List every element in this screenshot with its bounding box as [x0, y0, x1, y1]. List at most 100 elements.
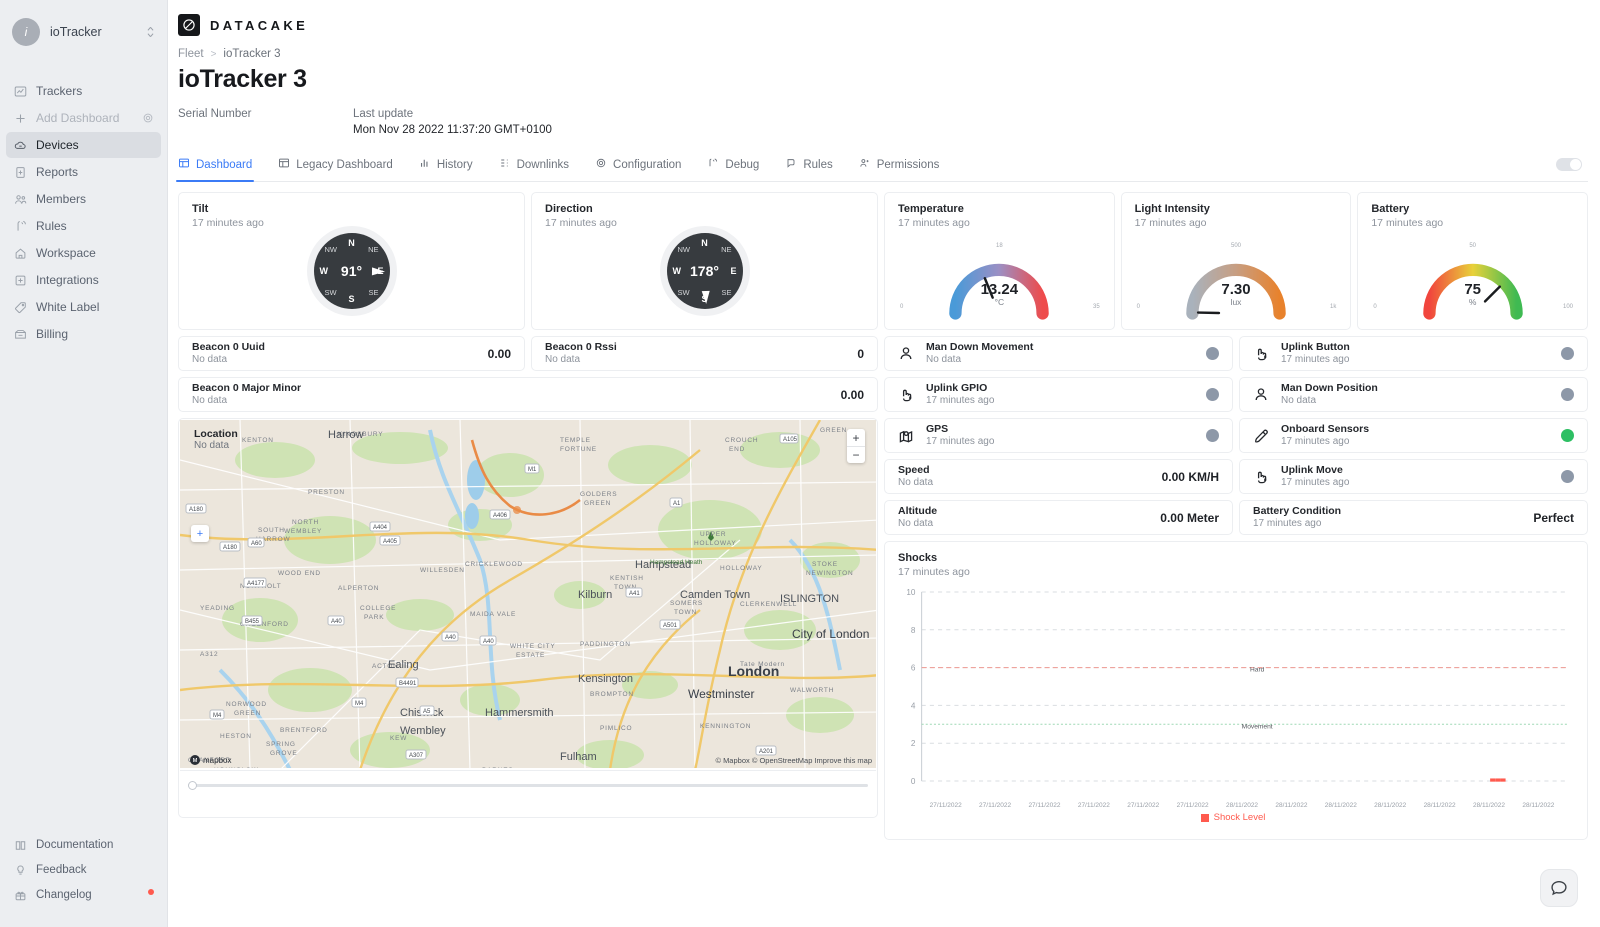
svg-text:A405: A405: [383, 539, 398, 545]
tab-permissions[interactable]: Permissions: [859, 157, 954, 181]
threshold-label: Movement: [1242, 723, 1273, 730]
svg-text:BRENTFORD: BRENTFORD: [280, 727, 328, 734]
svg-text:2: 2: [911, 739, 916, 748]
svg-text:0: 0: [911, 777, 916, 786]
sidebar-item-trackers[interactable]: Trackers: [6, 78, 161, 104]
status-led: [1206, 347, 1219, 360]
svg-text:GREEN: GREEN: [820, 427, 847, 434]
status-led: [1561, 429, 1574, 442]
row-subtitle: 17 minutes ago: [1253, 517, 1322, 529]
chart-data-point: [1490, 778, 1496, 782]
widget-beacon-0-rssi: Beacon 0 Rssi No data 0: [531, 336, 878, 371]
chat-icon[interactable]: [1540, 869, 1578, 907]
sidebar-item-documentation[interactable]: Documentation: [6, 835, 161, 855]
svg-text:CRICKLEWOOD: CRICKLEWOOD: [465, 561, 523, 568]
svg-text:10: 10: [906, 588, 916, 597]
light-intensity-gauge: 7.30 lux 0 500 1k: [1122, 229, 1351, 321]
map-widget-label: Location No data: [194, 428, 238, 451]
map-zoom-out-button[interactable]: −: [847, 446, 865, 463]
sidebar-item-integrations[interactable]: Integrations: [6, 267, 161, 293]
chart-legend[interactable]: Shock Level: [895, 812, 1571, 823]
slider-track[interactable]: [188, 780, 868, 790]
svg-text:A312: A312: [200, 651, 218, 658]
sidebar-item-feedback[interactable]: Feedback: [6, 860, 161, 880]
map-zoom-controls[interactable]: + −: [847, 429, 865, 463]
gift-icon: [13, 888, 27, 902]
breadcrumb-root[interactable]: Fleet: [178, 48, 204, 60]
meta-serial-number: Serial Number: [178, 108, 353, 136]
svg-text:WHITE CITY: WHITE CITY: [510, 643, 556, 650]
widget-timestamp: 17 minutes ago: [192, 217, 264, 229]
tilt-compass-dial: N NE E SE S SW W NW 91°: [313, 233, 390, 309]
svg-text:TEMPLE: TEMPLE: [560, 437, 591, 444]
widget-beacon-0-major-minor: Beacon 0 Major Minor No data 0.00: [178, 377, 878, 412]
status-led: [1561, 470, 1574, 483]
svg-text:Harrow: Harrow: [328, 429, 364, 441]
map-zoom-in-button[interactable]: +: [847, 429, 865, 446]
slider-handle[interactable]: [188, 780, 197, 790]
svg-text:Ealing: Ealing: [388, 659, 419, 671]
chart-x-tick: 27/11/2022: [1127, 802, 1160, 809]
sidebar-item-rules[interactable]: Rules: [6, 213, 161, 239]
svg-text:PRESTON: PRESTON: [308, 489, 345, 496]
widget-uplink-button: Uplink Button 17 minutes ago: [1239, 336, 1588, 371]
map-time-slider[interactable]: [180, 771, 876, 799]
widget-title: Light Intensity: [1134, 203, 1210, 215]
map-canvas[interactable]: KENTON KINGSBURY TEMPLE FORTUNE CROUCH END …: [180, 420, 876, 768]
gear-icon[interactable]: [142, 112, 154, 124]
svg-text:KENTON: KENTON: [242, 437, 274, 444]
svg-text:A180: A180: [223, 545, 238, 551]
tab-rules[interactable]: Rules: [785, 157, 846, 181]
widget-location-map[interactable]: KENTON KINGSBURY TEMPLE FORTUNE CROUCH END …: [178, 418, 878, 818]
tab-dashboard[interactable]: Dashboard: [175, 157, 266, 182]
svg-text:CROUCH: CROUCH: [725, 437, 758, 444]
svg-text:SOUTH: SOUTH: [258, 527, 285, 534]
svg-text:6: 6: [911, 664, 916, 673]
map-attribution[interactable]: © Mapbox © OpenStreetMap Improve this ma…: [715, 756, 872, 765]
chart-x-tick: 27/11/2022: [979, 802, 1012, 809]
chart-plot-area: 0 2 4 6 8 10 Hard Movement 27/11/2022 27/11/2022…: [895, 586, 1571, 831]
tab-label: Dashboard: [196, 158, 253, 171]
svg-text:A41: A41: [629, 591, 640, 597]
brand-bar: DATACAKE: [168, 0, 1600, 36]
svg-text:Camden Town: Camden Town: [680, 589, 750, 601]
svg-text:GREEN: GREEN: [584, 500, 611, 507]
sidebar-item-billing[interactable]: Billing: [6, 321, 161, 347]
tab-debug[interactable]: Debug: [707, 157, 773, 181]
sidebar-item-label: Integrations: [36, 273, 99, 287]
tab-downlinks[interactable]: Downlinks: [499, 157, 583, 181]
sidebar-item-add-dashboard[interactable]: Add Dashboard: [6, 105, 161, 131]
svg-text:UPPER: UPPER: [700, 531, 726, 538]
crosshair-icon[interactable]: +: [191, 525, 209, 542]
sidebar-item-changelog[interactable]: Changelog: [6, 885, 161, 905]
svg-text:8: 8: [911, 626, 916, 635]
sidebar-item-devices[interactable]: Devices: [6, 132, 161, 158]
widget-shocks-chart: Shocks 17 minutes ago 0 2 4 6 8 10 Hard Movemen…: [884, 541, 1588, 840]
chart-x-tick: 27/11/2022: [1176, 802, 1209, 809]
tab-configuration[interactable]: Configuration: [595, 157, 695, 181]
sidebar-item-members[interactable]: Members: [6, 186, 161, 212]
svg-text:B455: B455: [245, 619, 260, 625]
gauge-max-label: 1k: [1330, 304, 1337, 310]
sidebar-item-label: Rules: [36, 219, 67, 233]
tab-legacy-dashboard[interactable]: Legacy Dashboard: [278, 157, 407, 181]
dashboard-grid: Tilt 17 minutes ago N NE E SE S SW W NW …: [168, 182, 1600, 840]
sidebar-item-white-label[interactable]: White Label: [6, 294, 161, 320]
chart-x-tick: 27/11/2022: [929, 802, 962, 809]
row-subtitle: 17 minutes ago: [1281, 476, 1350, 488]
book-icon: [13, 838, 27, 852]
row-value: 0: [857, 346, 864, 361]
grid-icon: [278, 157, 290, 172]
widget-onboard-sensors: Onboard Sensors 17 minutes ago: [1239, 418, 1588, 453]
sidebar-item-reports[interactable]: Reports: [6, 159, 161, 185]
row-label: Altitude: [898, 504, 938, 517]
edit-mode-toggle[interactable]: [1556, 158, 1582, 171]
row-label: Uplink Button: [1281, 340, 1350, 353]
workspace-switcher[interactable]: i ioTracker: [0, 0, 167, 56]
svg-text:NEWINGTON: NEWINGTON: [806, 570, 854, 577]
tag-icon: [13, 300, 27, 314]
svg-text:WOOD END: WOOD END: [278, 570, 321, 577]
widget-man-down-position: Man Down Position No data: [1239, 377, 1588, 412]
sidebar-item-workspace[interactable]: Workspace: [6, 240, 161, 266]
tab-history[interactable]: History: [419, 157, 487, 181]
